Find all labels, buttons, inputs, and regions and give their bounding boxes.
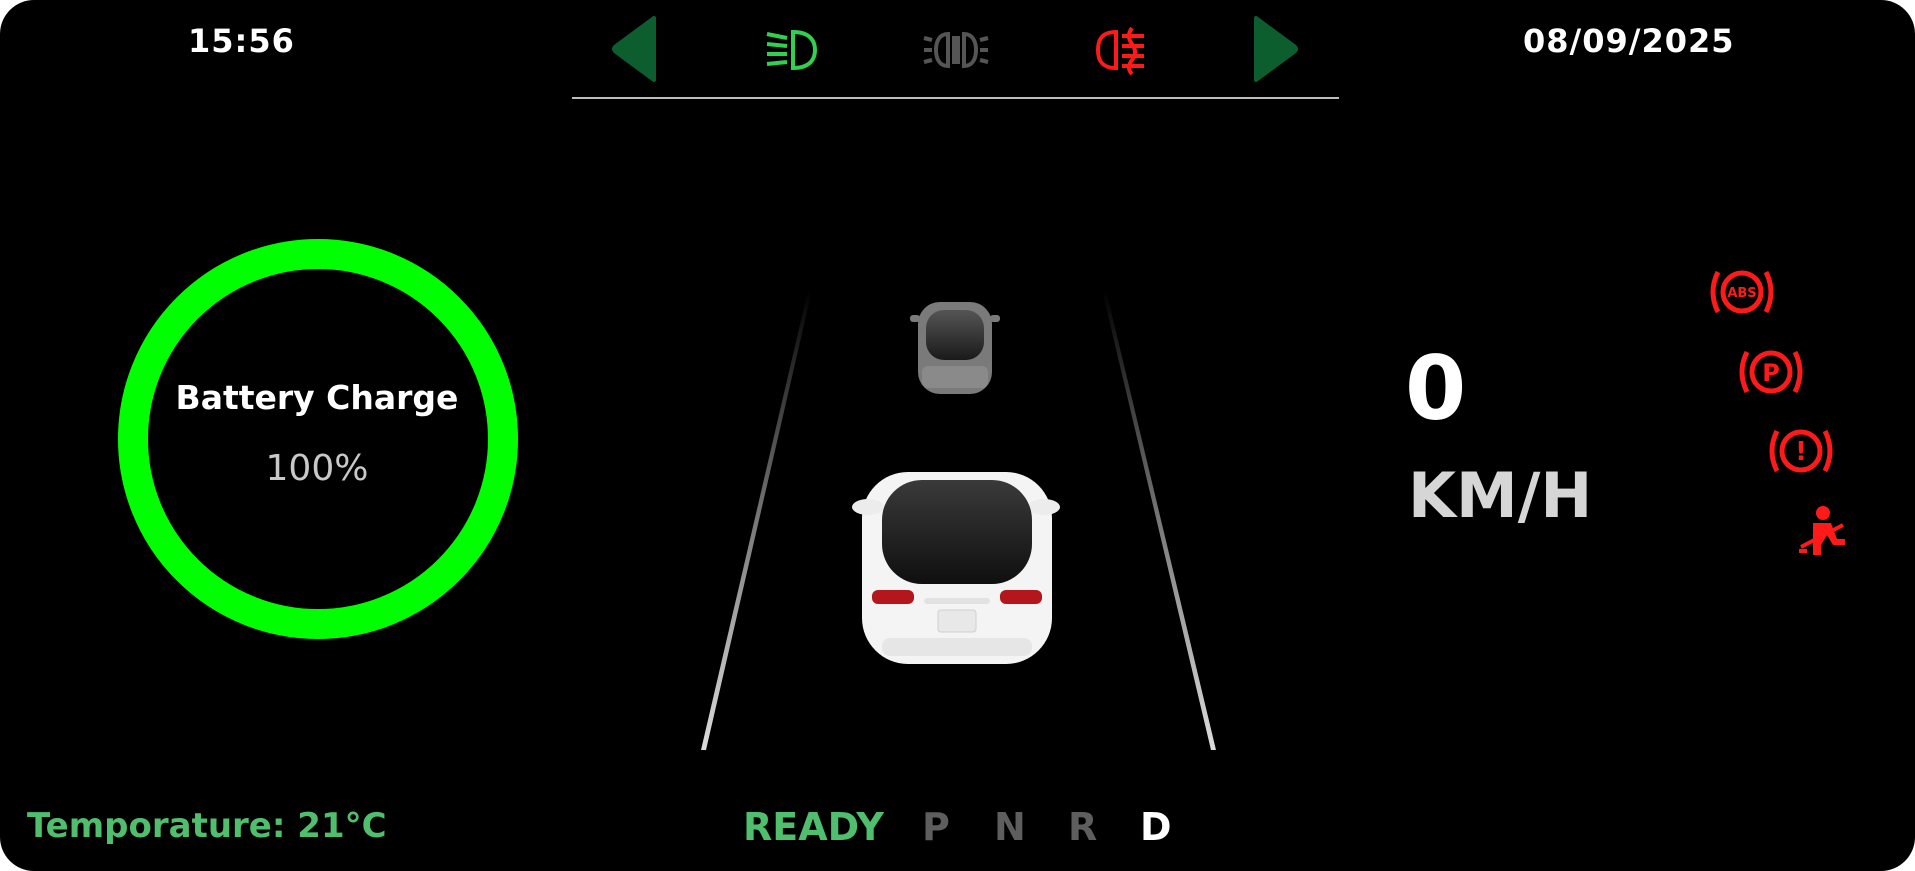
battery-percentage: 100%	[265, 448, 369, 489]
seatbelt-warning-icon	[1799, 506, 1845, 555]
ready-indicator: READY	[743, 805, 884, 849]
abs-warning-label: ABS	[1727, 286, 1756, 301]
left-turn-arrow-icon[interactable]	[612, 16, 658, 82]
left-lane-line	[701, 290, 812, 750]
gear-r[interactable]: R	[1068, 805, 1097, 849]
gear-n[interactable]: N	[994, 805, 1026, 849]
parking-brake-icon: P	[1739, 350, 1803, 394]
battery-level-arc	[118, 239, 518, 639]
gear-p[interactable]: P	[922, 805, 950, 849]
parking-lights-icon[interactable]	[922, 24, 990, 76]
speed-unit: KM/H	[1408, 459, 1593, 532]
brake-warning-icon: !	[1769, 429, 1833, 473]
parking-brake-label: P	[1762, 359, 1780, 387]
current-date: 08/09/2025	[1523, 22, 1735, 60]
speed-value: 0	[1405, 337, 1467, 440]
brake-warning-label: !	[1795, 437, 1807, 467]
battery-ring	[118, 239, 518, 639]
low-beam-headlight-icon[interactable]	[763, 24, 823, 76]
road-view	[701, 290, 1216, 750]
abs-warning-icon: ABS	[1710, 270, 1774, 314]
dashboard: 15:56 08/09/2025 Battery Charge 100% 0 K…	[0, 0, 1915, 871]
right-lane-line	[1102, 290, 1216, 750]
clock-time: 15:56	[188, 22, 295, 60]
gear-d[interactable]: D	[1140, 805, 1172, 849]
rear-fog-light-icon[interactable]	[1092, 24, 1152, 76]
indicator-bar-divider	[572, 97, 1339, 99]
ego-vehicle	[852, 472, 1060, 664]
lead-vehicle	[910, 302, 1000, 394]
temperature-readout: Temporature: 21°C	[27, 806, 387, 846]
right-turn-arrow-icon[interactable]	[1252, 16, 1298, 82]
battery-label: Battery Charge	[175, 378, 459, 417]
